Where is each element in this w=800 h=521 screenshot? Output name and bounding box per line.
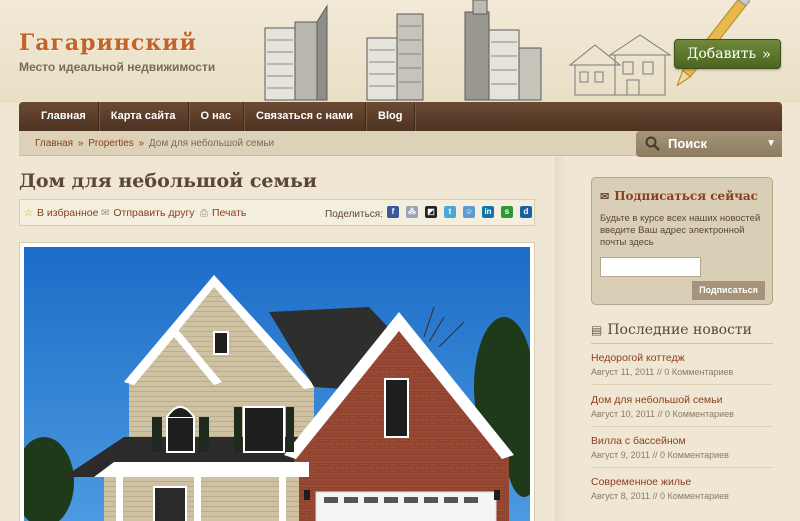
recent-news-title: Последние новости	[607, 322, 753, 338]
meta-separator: //	[657, 409, 663, 419]
double-chevron-right-icon: »	[761, 45, 771, 63]
news-icon: ▤	[591, 323, 603, 337]
news-item: Недорогой коттедж Август 11, 2011 // 0 К…	[591, 352, 776, 377]
meta-separator: //	[652, 450, 658, 460]
breadcrumb-separator: »	[77, 138, 84, 149]
favorites-label: В избранное	[36, 207, 99, 219]
subscribe-button[interactable]: Подписаться	[692, 281, 765, 300]
nav-item-blog[interactable]: Blog	[366, 102, 416, 131]
news-item-date: Август 8, 2011	[591, 491, 650, 501]
page-title: Дом для небольшой семьи	[19, 170, 317, 192]
facebook-icon[interactable]: f	[387, 206, 399, 218]
breadcrumb-home-link[interactable]: Главная	[35, 138, 73, 149]
news-divider	[591, 426, 773, 427]
main-navigation: Главная Карта сайта О нас Связаться с на…	[19, 102, 782, 131]
news-item-meta: Август 8, 2011 // 0 Комментариев	[591, 491, 776, 501]
property-photo-frame	[19, 242, 535, 521]
property-photo[interactable]	[24, 247, 530, 521]
add-button-label: Добавить	[687, 46, 757, 62]
subscribe-description: Будьте в курсе всех наших новостей введи…	[600, 213, 761, 248]
news-item-meta: Август 9, 2011 // 0 Комментариев	[591, 450, 776, 460]
news-item-link[interactable]: Современное жилье	[591, 476, 776, 488]
subscribe-widget: ✉ Подписаться сейчас Будьте в курсе всех…	[591, 177, 773, 305]
search-icon	[645, 136, 660, 151]
send-to-friend-link[interactable]: ✉ Отправить другу	[101, 207, 195, 219]
search-label: Поиск	[668, 136, 708, 151]
nav-item-sitemap[interactable]: Карта сайта	[99, 102, 189, 131]
nav-item-about[interactable]: О нас	[189, 102, 244, 131]
email-field[interactable]	[600, 257, 701, 277]
stumbleupon-icon[interactable]: s	[501, 206, 513, 218]
news-item-date: Август 10, 2011	[591, 409, 655, 419]
print-link[interactable]: ⎙ Печать	[200, 207, 246, 219]
chevron-down-icon: ▼	[766, 138, 776, 149]
breadcrumb: Главная » Properties » Дом для небольшой…	[35, 138, 274, 149]
news-item-comments[interactable]: 0 Комментариев	[660, 450, 729, 460]
news-item-meta: Август 11, 2011 // 0 Комментариев	[591, 367, 776, 377]
search-toggle[interactable]: Поиск ▼	[636, 131, 782, 157]
skyline-illustration	[264, 0, 542, 101]
news-item: Вилла с бассейном Август 9, 2011 // 0 Ко…	[591, 435, 776, 460]
breadcrumb-current: Дом для небольшой семьи	[148, 138, 275, 149]
breadcrumb-separator: »	[138, 138, 145, 149]
reddit-icon[interactable]: ☺	[463, 206, 475, 218]
post-actions-bar: ☆ В избранное ✉ Отправить другу ⎙ Печать…	[19, 199, 535, 226]
sidebar-divider	[555, 157, 565, 521]
site-header: Гагаринский Место идеальной недвижимости	[0, 0, 800, 103]
news-item-link[interactable]: Недорогой коттедж	[591, 352, 776, 364]
linkedin-icon[interactable]: in	[482, 206, 494, 218]
news-item: Современное жилье Август 8, 2011 // 0 Ко…	[591, 476, 776, 501]
news-divider	[591, 467, 773, 468]
news-item-date: Август 11, 2011	[591, 367, 655, 377]
site-logo-title[interactable]: Гагаринский	[19, 30, 197, 56]
breadcrumb-properties-link[interactable]: Properties	[88, 138, 134, 149]
news-item-comments[interactable]: 0 Комментариев	[665, 409, 734, 419]
news-item-link[interactable]: Вилла с бассейном	[591, 435, 776, 447]
send-label: Отправить другу	[113, 207, 195, 219]
news-item: Дом для небольшой семьи Август 10, 2011 …	[591, 394, 776, 419]
envelope-icon: ✉	[600, 189, 610, 203]
share-label: Поделиться:	[325, 209, 383, 220]
myspace-icon[interactable]: ⁂	[406, 206, 418, 218]
house-sketch-illustration	[568, 34, 672, 96]
add-to-favorites-link[interactable]: ☆ В избранное	[24, 207, 98, 219]
recent-news-heading: ▤ Последние новости	[591, 322, 773, 344]
news-item-comments[interactable]: 0 Комментариев	[660, 491, 729, 501]
news-item-link[interactable]: Дом для небольшой семьи	[591, 394, 776, 406]
star-icon: ☆	[24, 207, 33, 219]
add-listing-button[interactable]: Добавить »	[674, 39, 781, 69]
nav-item-contact[interactable]: Связаться с нами	[244, 102, 366, 131]
meta-separator: //	[656, 367, 662, 377]
news-item-date: Август 9, 2011	[591, 450, 650, 460]
printer-icon: ⎙	[200, 207, 208, 219]
subscribe-title: Подписаться сейчас	[614, 189, 758, 203]
envelope-icon: ✉	[101, 207, 110, 219]
news-item-meta: Август 10, 2011 // 0 Комментариев	[591, 409, 776, 419]
meta-separator: //	[652, 491, 658, 501]
twitter-icon[interactable]: t	[444, 206, 456, 218]
news-divider	[591, 384, 773, 385]
nav-item-home[interactable]: Главная	[29, 102, 99, 131]
delicious-icon[interactable]: ◩	[425, 206, 437, 218]
subscribe-heading: ✉ Подписаться сейчас	[600, 189, 758, 203]
print-label: Печать	[212, 207, 247, 219]
site-tagline: Место идеальной недвижимости	[19, 60, 216, 74]
news-item-comments[interactable]: 0 Комментариев	[664, 367, 733, 377]
digg-icon[interactable]: d	[520, 206, 532, 218]
